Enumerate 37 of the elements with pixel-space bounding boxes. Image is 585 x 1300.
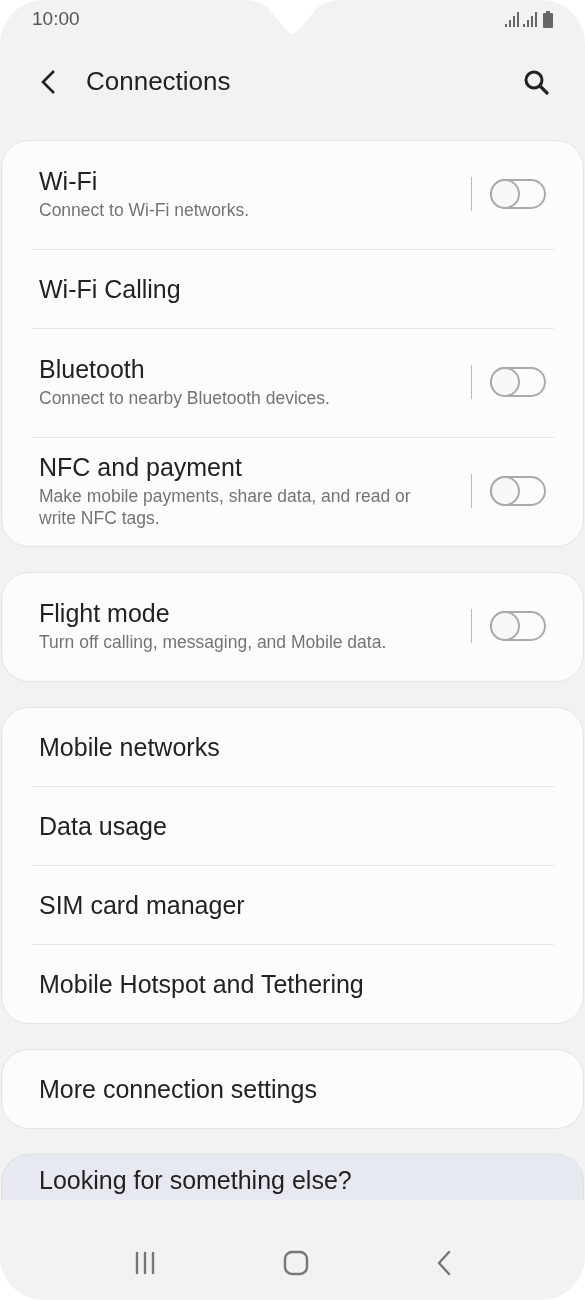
battery-icon [543,10,553,28]
settings-row[interactable]: Flight mode Turn off calling, messaging, and Mobile data. [31,573,554,681]
settings-row[interactable]: Bluetooth Connect to nearby Bluetooth devices. [31,329,554,438]
settings-row[interactable]: Wi-Fi Connect to Wi-Fi networks. [31,141,554,250]
setting-title: SIM card manager [39,890,246,920]
toggle-switch[interactable] [490,179,546,209]
settings-row[interactable]: Mobile Hotspot and Tethering [31,945,554,1023]
toggle-switch[interactable] [490,611,546,641]
setting-description: Connect to Wi-Fi networks. [39,199,251,221]
setting-description: Turn off calling, messaging, and Mobile data. [39,631,388,653]
back-icon [435,1250,452,1276]
settings-row[interactable]: Data usage [31,787,554,866]
search-icon [523,68,549,95]
setting-title: Mobile Hotspot and Tethering [39,969,365,999]
suggestion-heading: Looking for something else? [39,1166,352,1194]
setting-title: Wi-Fi Calling [39,274,182,304]
home-icon [283,1250,310,1276]
settings-row[interactable]: Mobile networks [31,708,554,787]
settings-row[interactable]: Wi-Fi Calling [31,250,554,329]
setting-title: Bluetooth [39,355,146,384]
setting-title: Mobile networks [39,732,221,762]
setting-title: Wi-Fi [39,167,99,196]
signal-icon [505,11,539,27]
toggle-switch[interactable] [490,476,546,506]
status-time: 10:00 [32,8,80,30]
toggle-switch[interactable] [490,367,546,397]
settings-row[interactable]: SIM card manager [31,866,554,945]
settings-row[interactable]: More connection settings [31,1050,554,1128]
setting-title: Flight mode [39,599,171,628]
setting-title: More connection settings [39,1074,318,1104]
setting-title: Data usage [39,811,168,841]
setting-description: Connect to nearby Bluetooth devices. [39,387,331,409]
page-title: Connections [86,66,232,97]
setting-description: Make mobile payments, share data, and read or write NFC tags. [39,485,412,529]
setting-title: NFC and payment [39,453,243,482]
settings-row[interactable]: NFC and payment Make mobile payments, share data, and read or write NFC tags. [31,438,554,546]
back-icon [40,68,56,95]
